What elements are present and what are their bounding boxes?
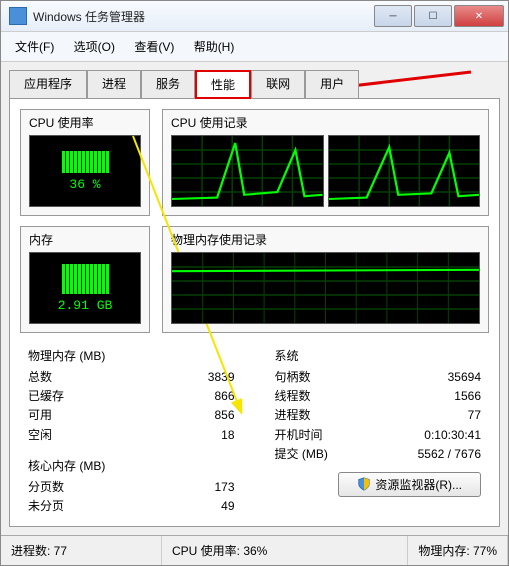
maximize-button[interactable]: ☐: [414, 5, 452, 27]
cpu-history: CPU 使用记录: [162, 109, 489, 216]
sys-commit-label: 提交 (MB): [275, 445, 328, 464]
cpu-gauge-title: CPU 使用率: [29, 114, 141, 131]
sys-uptime-value: 0:10:30:41: [424, 426, 481, 445]
physical-memory-header: 物理内存 (MB): [28, 347, 235, 364]
task-manager-window: Windows 任务管理器 ─ ☐ ✕ 文件(F) 选项(O) 查看(V) 帮助…: [0, 0, 509, 566]
status-memory: 物理内存: 77%: [408, 536, 508, 565]
phys-cached-value: 866: [214, 387, 234, 406]
memory-gauge-value: 2.91 GB: [58, 298, 113, 313]
memory-gauge: 内存 2.91 GB: [20, 226, 150, 333]
sys-procs-value: 77: [468, 406, 481, 425]
titlebar: Windows 任务管理器 ─ ☐ ✕: [1, 1, 508, 32]
kernel-nonpaged-label: 未分页: [28, 497, 64, 516]
menu-file[interactable]: 文件(F): [7, 36, 62, 57]
status-processes: 进程数: 77: [1, 536, 162, 565]
performance-panel: CPU 使用率 36 % CPU 使用记录: [9, 98, 500, 527]
system-stats: 系统 句柄数 35694 线程数 1566 进程数 77 开机时间 0:10:30:41…: [275, 347, 482, 516]
cpu-history-chart-2: [328, 135, 481, 207]
cpu-gauge: CPU 使用率 36 %: [20, 109, 150, 216]
close-button[interactable]: ✕: [454, 5, 504, 27]
phys-free-label: 空闲: [28, 426, 52, 445]
tab-users[interactable]: 用户: [305, 70, 359, 99]
tab-performance[interactable]: 性能: [195, 70, 251, 99]
phys-avail-label: 可用: [28, 406, 52, 425]
memory-history: 物理内存使用记录: [162, 226, 489, 333]
tab-networking[interactable]: 联网: [251, 70, 305, 99]
phys-avail-value: 856: [214, 406, 234, 425]
cpu-gauge-chart: 36 %: [29, 135, 141, 207]
kernel-nonpaged-value: 49: [221, 497, 234, 516]
menu-options[interactable]: 选项(O): [66, 36, 123, 57]
sys-threads-value: 1566: [454, 387, 481, 406]
sys-handles-label: 句柄数: [275, 368, 311, 387]
phys-total-label: 总数: [28, 368, 52, 387]
physical-memory-stats: 物理内存 (MB) 总数 3839 已缓存 866 可用 856 空闲 18 核心内存 …: [28, 347, 235, 516]
resource-monitor-button[interactable]: 资源监视器(R)...: [338, 472, 481, 497]
tab-processes[interactable]: 进程: [87, 70, 141, 99]
resource-monitor-label: 资源监视器(R)...: [375, 476, 462, 493]
memory-gauge-chart: 2.91 GB: [29, 252, 141, 324]
menu-view[interactable]: 查看(V): [126, 36, 182, 57]
sys-procs-label: 进程数: [275, 406, 311, 425]
system-header: 系统: [275, 347, 482, 364]
sys-uptime-label: 开机时间: [275, 426, 323, 445]
cpu-gauge-value: 36 %: [69, 177, 100, 192]
window-title: Windows 任务管理器: [33, 8, 374, 25]
phys-cached-label: 已缓存: [28, 387, 64, 406]
kernel-memory-header: 核心内存 (MB): [28, 457, 235, 474]
cpu-history-title: CPU 使用记录: [171, 114, 480, 131]
content-area: 应用程序 进程 服务 性能 联网 用户 CPU 使用率 36 %: [1, 62, 508, 535]
status-cpu: CPU 使用率: 36%: [162, 536, 408, 565]
window-buttons: ─ ☐ ✕: [374, 5, 508, 27]
phys-free-value: 18: [221, 426, 234, 445]
tab-applications[interactable]: 应用程序: [9, 70, 87, 99]
shield-icon: [357, 477, 371, 491]
sys-threads-label: 线程数: [275, 387, 311, 406]
sys-commit-value: 5562 / 7676: [418, 445, 481, 464]
menu-help[interactable]: 帮助(H): [186, 36, 243, 57]
statusbar: 进程数: 77 CPU 使用率: 36% 物理内存: 77%: [1, 535, 508, 565]
cpu-history-chart-1: [171, 135, 324, 207]
phys-total-value: 3839: [208, 368, 235, 387]
app-icon: [9, 7, 27, 25]
kernel-paged-label: 分页数: [28, 478, 64, 497]
minimize-button[interactable]: ─: [374, 5, 412, 27]
memory-history-chart: [171, 252, 480, 324]
menubar: 文件(F) 选项(O) 查看(V) 帮助(H): [1, 32, 508, 62]
tabbar: 应用程序 进程 服务 性能 联网 用户: [9, 70, 500, 99]
memory-gauge-title: 内存: [29, 231, 141, 248]
kernel-paged-value: 173: [214, 478, 234, 497]
memory-history-title: 物理内存使用记录: [171, 231, 480, 248]
tab-services[interactable]: 服务: [141, 70, 195, 99]
sys-handles-value: 35694: [448, 368, 481, 387]
